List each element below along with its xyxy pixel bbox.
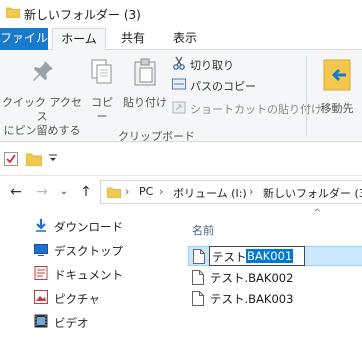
pin-label-line2: にピン留めする bbox=[3, 124, 81, 137]
rename-selected-text: BAK001 bbox=[246, 249, 294, 263]
move-to-icon bbox=[312, 58, 362, 96]
pictures-icon bbox=[34, 289, 48, 311]
nav-item-desktop[interactable]: デスクトップ bbox=[34, 240, 123, 262]
copy-icon bbox=[86, 58, 118, 90]
breadcrumb-current-folder[interactable]: 新しいフォルダー (3) bbox=[263, 185, 362, 201]
download-icon bbox=[34, 217, 48, 239]
nav-item-label: ピクチャ bbox=[54, 292, 100, 306]
file-row[interactable]: テスト.BAK002 bbox=[188, 268, 362, 288]
file-name: テスト.BAK002 bbox=[210, 271, 294, 285]
copy-path-button[interactable]: パスのコピー bbox=[172, 78, 256, 96]
recent-locations-button[interactable]: ⌄ bbox=[54, 182, 74, 202]
properties-check-icon[interactable] bbox=[4, 152, 18, 169]
nav-item-label: ダウンロード bbox=[54, 220, 123, 234]
paste-shortcut-label: ショートカットの貼り付け bbox=[190, 103, 322, 116]
paste-label: 貼り付け bbox=[123, 96, 167, 109]
move-to-label: 移動先 bbox=[320, 102, 354, 115]
file-icon bbox=[192, 270, 204, 291]
navigation-pane: ダウンロード デスクトップ ドキュメント ピクチャ ビデオ bbox=[0, 208, 180, 339]
ribbon-tabs: ファイル ホーム 共有 表示 bbox=[0, 28, 362, 51]
chevron-down-icon: ⌄ bbox=[59, 186, 69, 197]
cut-label: 切り取り bbox=[190, 59, 234, 72]
move-to-button[interactable]: 移動先 bbox=[312, 58, 362, 116]
scissors-icon bbox=[172, 56, 186, 76]
arrow-left-icon: ← bbox=[10, 184, 22, 200]
copy-button[interactable]: コピー bbox=[86, 58, 118, 124]
sort-ascending-icon: ^ bbox=[313, 208, 322, 219]
documents-icon bbox=[34, 265, 48, 287]
up-button[interactable]: ↑ bbox=[76, 182, 96, 202]
window-title: 新しいフォルダー (3) bbox=[24, 8, 141, 22]
breadcrumb-pc[interactable]: PC bbox=[139, 185, 153, 198]
copy-path-label: パスのコピー bbox=[190, 80, 256, 93]
breadcrumb-volume[interactable]: ボリューム (I:) bbox=[173, 185, 247, 201]
tab-file[interactable]: ファイル bbox=[0, 28, 48, 50]
breadcrumb-separator-icon: › bbox=[159, 185, 164, 198]
address-bar[interactable]: › PC › ボリューム (I:) › 新しいフォルダー (3) bbox=[100, 180, 362, 204]
paste-icon bbox=[122, 58, 168, 90]
pin-quick-access-button[interactable]: クイック アクセス にピン留めする bbox=[2, 58, 82, 138]
breadcrumb-separator-icon: › bbox=[249, 185, 254, 198]
folder-icon bbox=[5, 6, 21, 21]
nav-item-pictures[interactable]: ピクチャ bbox=[34, 288, 100, 310]
file-icon bbox=[192, 291, 204, 312]
nav-item-videos[interactable]: ビデオ bbox=[34, 312, 89, 334]
ribbon-group-divider bbox=[306, 56, 307, 136]
paste-button[interactable]: 貼り付け bbox=[122, 58, 168, 110]
title-bar: 新しいフォルダー (3) bbox=[0, 0, 362, 28]
back-button[interactable]: ← bbox=[6, 182, 26, 202]
nav-item-label: ドキュメント bbox=[54, 268, 123, 282]
ribbon-home: クイック アクセス にピン留めする コピー 貼り付け 切り取り パスのコピー シ… bbox=[0, 50, 362, 143]
breadcrumb-separator-icon: › bbox=[125, 185, 130, 198]
file-icon bbox=[193, 249, 205, 270]
file-list: ^ 名前 テスト. BAK001 テスト.BAK002 テスト.BAK003 bbox=[180, 208, 362, 339]
forward-button[interactable]: → bbox=[32, 182, 52, 202]
nav-item-downloads[interactable]: ダウンロード bbox=[34, 216, 123, 238]
rename-input[interactable]: テスト. BAK001 bbox=[209, 246, 305, 266]
navigation-bar: ← → ⌄ ↑ › PC › ボリューム (I:) › 新しいフォルダー (3) bbox=[0, 176, 362, 208]
pin-label-line1: クイック アクセス bbox=[2, 96, 82, 123]
pin-icon bbox=[2, 58, 82, 90]
tab-share[interactable]: 共有 bbox=[110, 28, 156, 50]
videos-icon bbox=[34, 313, 48, 335]
arrow-right-icon: → bbox=[36, 184, 48, 200]
tab-view[interactable]: 表示 bbox=[162, 28, 208, 50]
copy-label: コピー bbox=[91, 96, 113, 123]
nav-item-documents[interactable]: ドキュメント bbox=[34, 264, 123, 286]
desktop-icon bbox=[34, 241, 48, 263]
quick-access-toolbar bbox=[0, 142, 362, 176]
arrow-up-icon: ↑ bbox=[80, 184, 92, 200]
cut-button[interactable]: 切り取り bbox=[172, 56, 234, 74]
file-name: テスト.BAK003 bbox=[210, 292, 294, 306]
customize-toolbar-icon[interactable] bbox=[48, 150, 58, 167]
rename-prefix: テスト. bbox=[212, 250, 251, 264]
new-folder-icon[interactable] bbox=[25, 152, 43, 169]
paste-shortcut-button[interactable]: ショートカットの貼り付け bbox=[172, 100, 322, 118]
nav-item-label: ビデオ bbox=[54, 316, 89, 330]
nav-item-label: デスクトップ bbox=[54, 244, 123, 258]
paste-shortcut-icon bbox=[172, 100, 186, 120]
copy-path-icon bbox=[172, 78, 186, 96]
file-row-renaming[interactable]: テスト. BAK001 bbox=[188, 246, 362, 266]
address-folder-icon bbox=[106, 186, 122, 201]
tab-home[interactable]: ホーム bbox=[52, 28, 106, 51]
column-header-name[interactable]: 名前 bbox=[192, 222, 214, 238]
file-row[interactable]: テスト.BAK003 bbox=[188, 289, 362, 309]
